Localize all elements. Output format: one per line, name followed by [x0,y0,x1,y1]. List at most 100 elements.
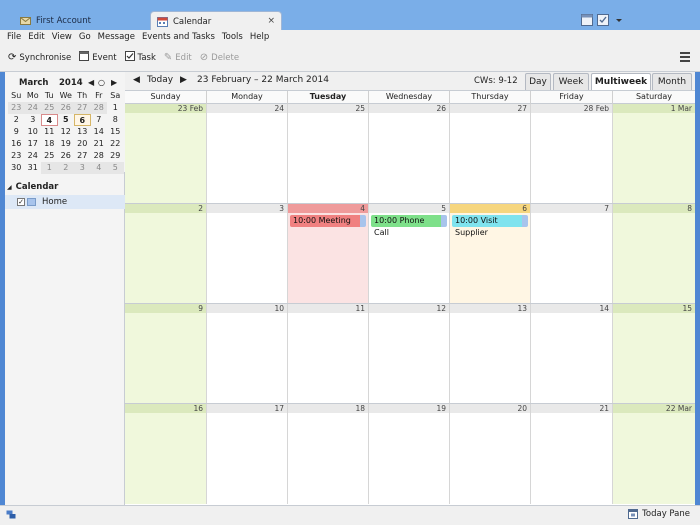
new-task-button[interactable]: Task [124,51,156,64]
mini-day[interactable]: 15 [107,126,124,138]
day-cell[interactable]: 26 [369,104,450,203]
day-cell[interactable]: 28 Feb [531,104,613,203]
day-cell[interactable]: 8 [613,204,695,303]
connection-status-icon[interactable] [6,510,16,519]
day-cell[interactable]: 19 [369,404,450,504]
tab-first-account[interactable]: First Account [14,11,148,31]
tasks-tab-icon[interactable] [596,13,610,27]
mini-day-selected[interactable]: 6 [74,114,91,126]
tab-calendar[interactable]: Calendar × [150,11,282,31]
day-cell[interactable]: 17 [207,404,288,504]
day-cell[interactable]: 18 [288,404,369,504]
day-cell-today[interactable]: 4 10:00 Meeting [288,204,369,303]
day-cell[interactable]: 13 [450,304,531,403]
day-cell[interactable]: 27 [450,104,531,203]
menu-go[interactable]: Go [79,32,91,42]
view-tab-week[interactable]: Week [553,73,589,90]
day-cell[interactable]: 15 [613,304,695,403]
mini-day[interactable]: 5 [107,162,124,174]
mini-day[interactable]: 26 [57,102,74,114]
synchronise-button[interactable]: ⟳ Synchronise [8,52,71,63]
mini-day[interactable]: 22 [107,138,124,150]
mini-day[interactable]: 17 [25,138,42,150]
day-cell[interactable]: 9 [125,304,207,403]
mini-day[interactable]: 28 [91,150,108,162]
day-cell[interactable]: 23 Feb [125,104,207,203]
event-meeting[interactable]: 10:00 Meeting [290,215,366,227]
mini-day[interactable]: 1 [41,162,58,174]
mini-day[interactable]: 31 [25,162,42,174]
mini-day[interactable]: 19 [58,138,75,150]
mini-day[interactable]: 25 [41,102,58,114]
day-cell[interactable]: 7 [531,204,613,303]
mini-day[interactable]: 3 [74,162,91,174]
mini-day[interactable]: 5 [58,114,75,126]
mini-day[interactable]: 9 [8,126,25,138]
mini-day[interactable]: 20 [74,138,91,150]
mini-day[interactable]: 25 [41,150,58,162]
mini-calendar-year[interactable]: 2014 [59,78,83,88]
mini-calendar-today-icon[interactable]: ○ [98,78,105,87]
day-cell[interactable]: 1 Mar [613,104,695,203]
day-cell[interactable]: 10 [207,304,288,403]
day-cell[interactable]: 25 [288,104,369,203]
hamburger-menu-icon[interactable] [680,52,690,62]
day-cell-selected[interactable]: 6 10:00 Visit Supplier [450,204,531,303]
mini-day[interactable]: 7 [91,114,108,126]
day-cell[interactable]: 22 Mar [613,404,695,504]
mini-day[interactable]: 11 [41,126,58,138]
collapse-triangle-icon[interactable]: ◢ [7,184,12,191]
new-event-button[interactable]: Event [79,51,117,64]
previous-icon[interactable]: ◀ [133,75,140,85]
event-visit-supplier[interactable]: 10:00 Visit Supplier [452,215,528,237]
mini-calendar-month[interactable]: March [19,78,48,88]
menu-help[interactable]: Help [250,32,269,42]
view-tab-day[interactable]: Day [525,73,551,90]
edit-button[interactable]: ✎ Edit [164,52,192,63]
mini-day[interactable]: 29 [107,150,124,162]
day-cell[interactable]: 5 10:00 Phone Call [369,204,450,303]
mini-day[interactable]: 3 [25,114,42,126]
mini-day[interactable]: 23 [8,150,25,162]
mini-day[interactable]: 2 [57,162,74,174]
menu-tools[interactable]: Tools [222,32,243,42]
mini-day[interactable]: 24 [24,102,41,114]
day-cell[interactable]: 21 [531,404,613,504]
mini-day[interactable]: 27 [74,102,91,114]
mini-day[interactable]: 28 [90,102,107,114]
menu-view[interactable]: View [52,32,72,42]
mini-day[interactable]: 12 [58,126,75,138]
mini-day[interactable]: 30 [8,162,25,174]
day-cell[interactable]: 11 [288,304,369,403]
calendar-list-heading[interactable]: ◢ Calendar [7,182,58,192]
menu-edit[interactable]: Edit [28,32,44,42]
mini-day[interactable]: 13 [74,126,91,138]
mini-calendar-next-icon[interactable]: ▶ [111,78,117,87]
mini-day[interactable]: 1 [107,102,124,114]
today-button[interactable]: Today [147,75,173,85]
day-cell[interactable]: 2 [125,204,207,303]
mini-day[interactable]: 2 [8,114,25,126]
mini-day[interactable]: 4 [90,162,107,174]
day-cell[interactable]: 14 [531,304,613,403]
mini-calendar-prev-icon[interactable]: ◀ [88,78,94,87]
event-phone-call[interactable]: 10:00 Phone Call [371,215,447,237]
menu-events-and-tasks[interactable]: Events and Tasks [142,32,215,42]
delete-button[interactable]: ⊘ Delete [200,52,239,63]
day-cell[interactable]: 12 [369,304,450,403]
menu-message[interactable]: Message [98,32,135,42]
mini-day[interactable]: 26 [58,150,75,162]
mini-day[interactable]: 21 [91,138,108,150]
mini-day[interactable]: 8 [107,114,124,126]
close-tab-icon[interactable]: × [267,16,275,26]
day-cell[interactable]: 20 [450,404,531,504]
day-cell[interactable]: 16 [125,404,207,504]
calendar-checkbox[interactable]: ✓ [17,198,25,206]
menu-file[interactable]: File [7,32,21,42]
mini-day-today[interactable]: 4 [41,114,58,126]
day-cell[interactable]: 3 [207,204,288,303]
mini-day[interactable]: 24 [25,150,42,162]
chevron-down-icon[interactable] [612,13,626,27]
mini-day[interactable]: 23 [8,102,25,114]
today-pane-toggle[interactable]: Today Pane [628,509,690,519]
